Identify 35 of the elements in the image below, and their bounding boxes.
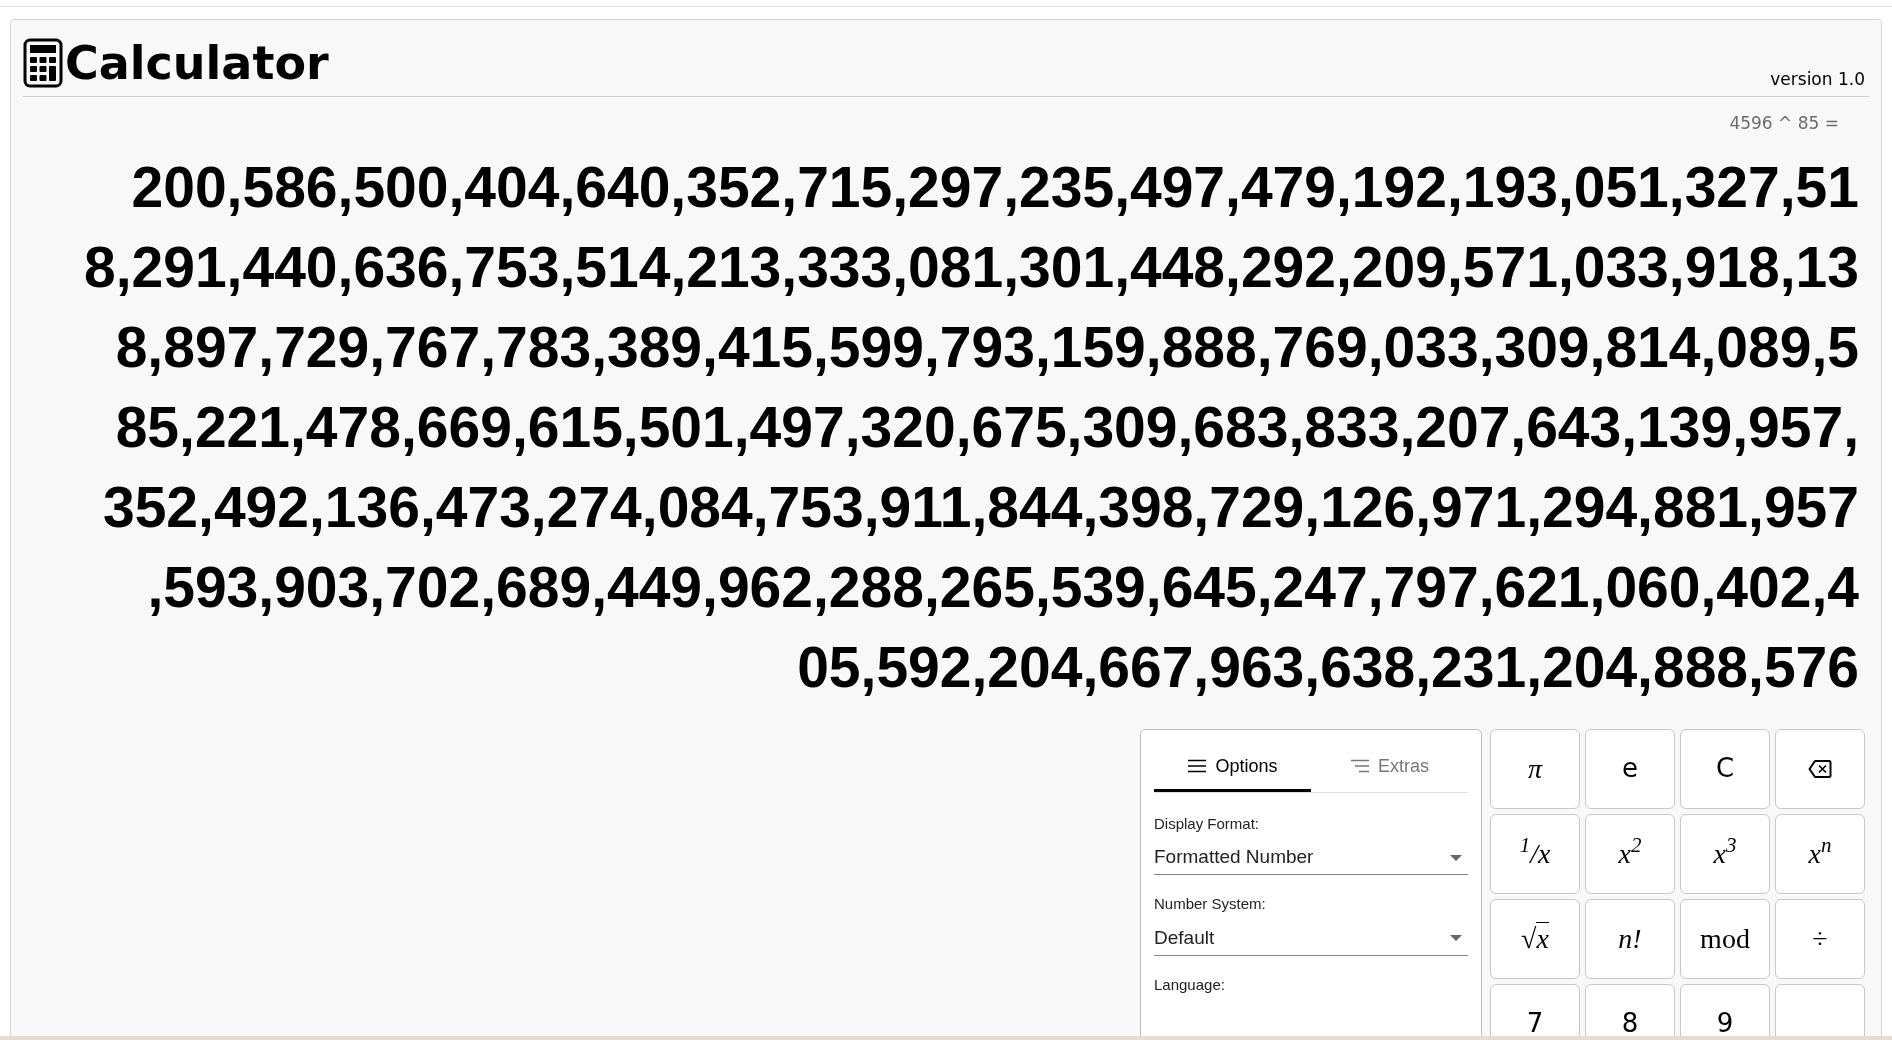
keypad-key[interactable]: C (1680, 728, 1770, 809)
caret-icon (1450, 854, 1462, 861)
result-number: 85,221,478,669,615,501,497,320,675,309,683,833,207,643,139,957, (115, 393, 1859, 461)
field-label: Display Format: (1154, 813, 1261, 834)
keypad-key[interactable]: n! (1585, 898, 1675, 979)
keypad-key[interactable]: √x (1490, 898, 1580, 979)
list-icon (1350, 759, 1370, 773)
keypad-key[interactable] (1775, 728, 1865, 809)
app-title: Calculator (65, 40, 329, 86)
keypad-key[interactable]: $^{1}$/x (1490, 813, 1580, 894)
backspace-icon (1808, 758, 1832, 779)
field-label: Language: (1154, 974, 1226, 995)
result-number: 8,291,440,636,753,514,213,333,081,301,448,292,209,571,033,918,13 (84, 233, 1859, 301)
panel-tab[interactable]: Options (1154, 743, 1311, 792)
caret-icon (1450, 935, 1462, 941)
keypad-key[interactable]: mod (1680, 898, 1770, 979)
field-label: Number System: (1154, 894, 1267, 914)
result-number: 8,897,729,767,783,389,415,599,793,159,888,769,033,309,814,089,5 (115, 313, 1859, 381)
keypad-key[interactable]: x$^{2}$ (1585, 813, 1675, 894)
result-number: 05,592,204,667,963,638,231,204,888,576 (797, 633, 1859, 701)
version-label: version 1.0 (1770, 71, 1866, 88)
keypad-key[interactable]: e (1585, 728, 1675, 809)
calculator-icon (23, 38, 63, 88)
result-number: ,593,903,702,689,449,962,288,265,539,645,247,797,621,060,402,4 (147, 553, 1859, 621)
result-number: 352,492,136,473,274,084,753,911,844,398,729,126,971,294,881,957 (102, 473, 1859, 541)
list-icon (1187, 759, 1208, 773)
keypad-key[interactable]: π (1490, 728, 1580, 809)
result-number: 200,586,500,404,640,352,715,297,235,497,479,192,193,051,327,51 (131, 153, 1859, 221)
keypad-key[interactable]: ÷ (1775, 898, 1865, 979)
keypad-key[interactable]: x$^{n}$ (1775, 813, 1865, 894)
dropdown-field[interactable]: Formatted Number (1154, 841, 1468, 875)
panel-tab[interactable]: Extras (1311, 743, 1468, 792)
dropdown-field[interactable]: Default (1154, 921, 1468, 956)
keypad-key[interactable]: x$^{3}$ (1680, 813, 1770, 894)
expression-text: 4596 ^ 85 = (1729, 112, 1839, 135)
